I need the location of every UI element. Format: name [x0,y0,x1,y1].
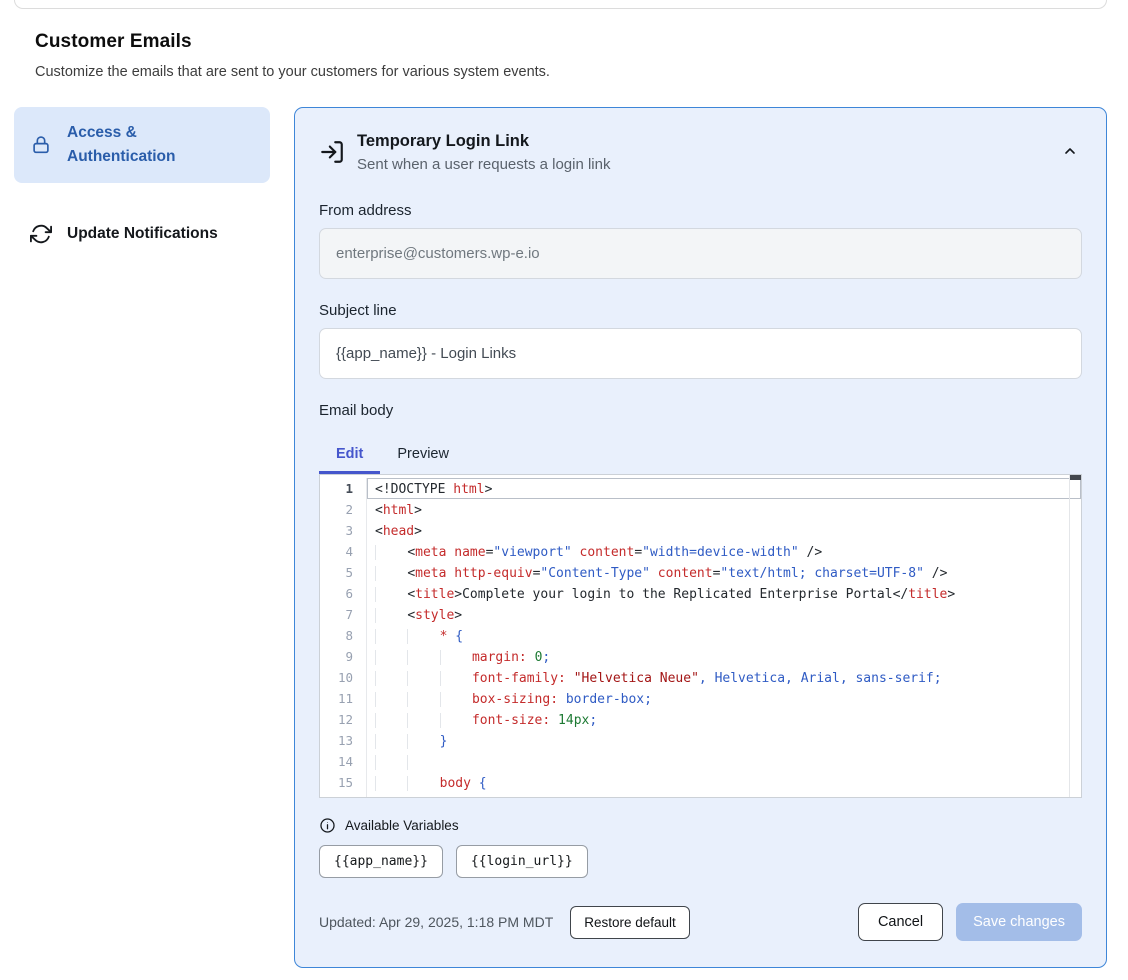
email-body-tabs: EditPreview [319,434,1082,474]
available-variables-header: Available Variables [319,817,1082,834]
code-line-5[interactable]: 5 <meta http-equiv="Content-Type" conten… [320,562,1081,583]
code-line-13[interactable]: 13 } [320,730,1081,751]
sidebar: Access & Authentication Update Notificati… [14,107,270,260]
line-number: 1 [320,478,367,499]
code-text: font-family: "Helvetica Neue", Helvetica… [368,668,942,687]
page-header: Customer Emails Customize the emails tha… [35,31,1128,80]
code-text: background-color: #ffffff [368,794,668,798]
editor-scrollbar[interactable] [1069,475,1081,797]
code-line-1[interactable]: 1<!DOCTYPE html> [320,478,1081,499]
cancel-button[interactable]: Cancel [858,903,943,941]
code-text [368,752,440,771]
line-number: 9 [320,646,367,667]
code-editor[interactable]: 1<!DOCTYPE html>2<html>3<head>4 <meta na… [319,474,1082,798]
line-number: 11 [320,688,367,709]
updated-timestamp: Updated: Apr 29, 2025, 1:18 PM MDT [319,914,553,930]
from-address-input[interactable] [319,228,1082,279]
sidebar-item-access-authentication[interactable]: Access & Authentication [14,107,270,183]
available-variables-label: Available Variables [345,818,459,833]
code-text: margin: 0; [368,647,550,666]
sidebar-item-label: Access & Authentication [67,121,233,169]
subject-line-input[interactable] [319,328,1082,379]
code-line-14[interactable]: 14 [320,751,1081,772]
code-line-16[interactable]: 16 background-color: #ffffff [320,793,1081,798]
panel-title: Temporary Login Link [357,132,610,151]
code-line-2[interactable]: 2<html> [320,499,1081,520]
variable-chips: {{app_name}} {{login_url}} [319,845,1082,878]
code-line-4[interactable]: 4 <meta name="viewport" content="width=d… [320,541,1081,562]
line-number: 3 [320,520,367,541]
login-icon [319,139,345,165]
from-address-label: From address [319,202,1082,219]
restore-default-button[interactable]: Restore default [570,906,690,939]
line-number: 2 [320,499,367,520]
save-changes-button[interactable]: Save changes [956,903,1082,941]
code-text: <meta http-equiv="Content-Type" content=… [368,563,947,582]
line-number: 5 [320,562,367,583]
variable-chip-login_url[interactable]: {{login_url}} [456,845,588,878]
tab-edit[interactable]: Edit [319,434,380,474]
code-text: <head> [368,521,422,540]
page-subtitle: Customize the emails that are sent to yo… [35,64,1128,80]
lock-icon [30,134,52,156]
sidebar-item-update-notifications[interactable]: Update Notifications [14,208,270,260]
code-text: box-sizing: border-box; [368,689,652,708]
code-editor-lines: 1<!DOCTYPE html>2<html>3<head>4 <meta na… [320,478,1081,798]
content: Access & Authentication Update Notificati… [0,107,1128,968]
code-line-12[interactable]: 12 font-size: 14px; [320,709,1081,730]
variable-chip-app_name[interactable]: {{app_name}} [319,845,443,878]
code-line-3[interactable]: 3<head> [320,520,1081,541]
line-number: 6 [320,583,367,604]
code-line-11[interactable]: 11 box-sizing: border-box; [320,688,1081,709]
line-number: 15 [320,772,367,793]
line-number: 12 [320,709,367,730]
code-text: <!DOCTYPE html> [368,479,492,498]
collapse-panel-button[interactable] [1058,139,1082,166]
subject-line-label: Subject line [319,302,1082,319]
code-text: } [368,731,447,750]
available-variables-section: Available Variables {{app_name}} {{login_… [319,817,1082,878]
code-line-7[interactable]: 7 <style> [320,604,1081,625]
chevron-up-icon [1062,147,1078,162]
email-settings-panel: Temporary Login Link Sent when a user re… [294,107,1107,968]
editor-scrollbar-thumb[interactable] [1070,475,1081,480]
info-icon [319,817,336,834]
code-line-10[interactable]: 10 font-family: "Helvetica Neue", Helvet… [320,667,1081,688]
panel-header-text: Temporary Login Link Sent when a user re… [357,132,610,173]
line-number: 7 [320,604,367,625]
panel-subtitle: Sent when a user requests a login link [357,156,610,173]
page-title: Customer Emails [35,31,1128,53]
line-number: 13 [320,730,367,751]
line-number: 16 [320,793,367,798]
code-text: * { [368,626,463,645]
code-line-6[interactable]: 6 <title>Complete your login to the Repl… [320,583,1081,604]
sidebar-item-label: Update Notifications [67,222,218,246]
previous-card-bottom-edge [14,0,1107,9]
code-text: font-size: 14px; [368,710,597,729]
code-line-15[interactable]: 15 body { [320,772,1081,793]
code-line-8[interactable]: 8 * { [320,625,1081,646]
code-text: <html> [368,500,422,519]
line-number: 10 [320,667,367,688]
refresh-icon [30,223,52,245]
email-body-label: Email body [319,402,1082,419]
line-number: 14 [320,751,367,772]
page: Customer Emails Customize the emails tha… [0,0,1128,980]
code-line-9[interactable]: 9 margin: 0; [320,646,1081,667]
code-text: <title>Complete your login to the Replic… [368,584,955,603]
panel-footer: Updated: Apr 29, 2025, 1:18 PM MDT Resto… [319,903,1082,941]
code-text: <style> [368,605,462,624]
tab-preview[interactable]: Preview [380,434,466,474]
line-number: 4 [320,541,367,562]
panel-header: Temporary Login Link Sent when a user re… [319,132,1082,173]
code-text: <meta name="viewport" content="width=dev… [368,542,822,561]
line-number: 8 [320,625,367,646]
code-text: body { [368,773,487,792]
